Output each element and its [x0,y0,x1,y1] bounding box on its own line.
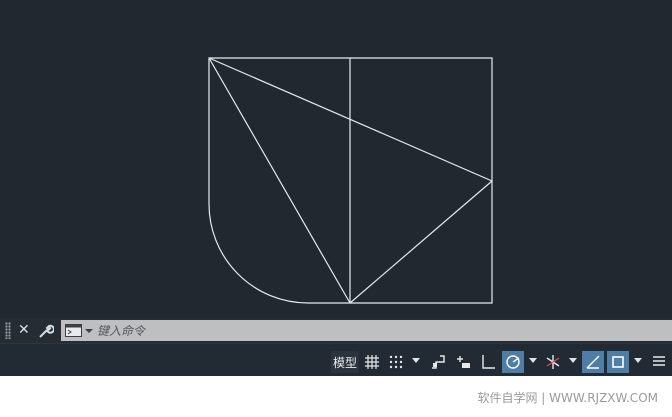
dynamic-input-icon[interactable] [452,351,474,373]
polar-tracking-icon[interactable] [502,351,524,373]
object-snap-tracking-icon[interactable] [582,351,604,373]
infer-constraints-icon[interactable] [427,351,449,373]
command-line-bar: ✕ [0,318,672,343]
snap-icon[interactable] [385,351,407,373]
chevron-down-icon[interactable] [634,358,642,363]
command-input[interactable] [97,320,657,341]
chevron-down-icon[interactable] [412,358,420,363]
ortho-icon[interactable] [477,351,499,373]
watermark-text: 软件自学网 | WWW.RJZXW.COM [477,391,658,405]
command-input-field[interactable] [61,320,672,341]
model-tab-button[interactable]: 模型 [331,351,359,373]
status-bar: 模型 [0,343,672,377]
footer-area: 软件自学网 | WWW.RJZXW.COM [0,376,672,417]
diagonal-to-bottom-line [208,57,351,304]
close-icon[interactable]: ✕ [18,318,30,343]
bottom-to-right-line [349,180,493,304]
grip-handle[interactable] [5,322,11,339]
drawing-canvas[interactable] [0,0,672,318]
command-prompt-icon[interactable] [65,324,95,338]
chevron-down-icon[interactable] [529,358,537,363]
customization-icon[interactable] [648,351,670,373]
object-snap-icon[interactable] [607,351,629,373]
grid-icon[interactable] [361,351,383,373]
isodraft-icon[interactable] [542,351,564,373]
chevron-down-icon[interactable] [85,329,93,333]
chevron-down-icon[interactable] [569,358,577,363]
